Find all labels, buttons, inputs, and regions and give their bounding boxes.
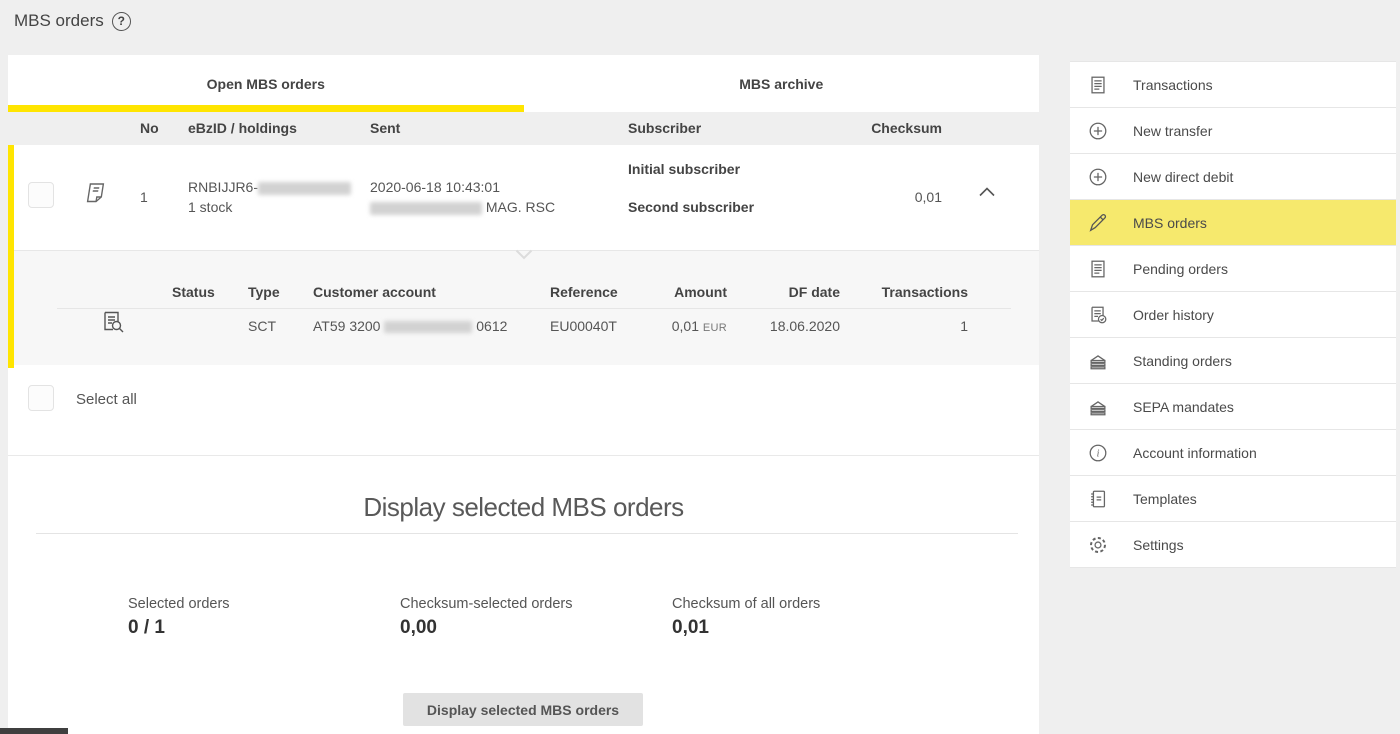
det-col-df-date: DF date: [789, 284, 840, 300]
gear-icon: [1087, 534, 1109, 556]
order-subscriber-2: Second subscriber: [628, 197, 754, 217]
sidebar-item-pending-orders[interactable]: Pending orders: [1070, 246, 1396, 292]
document-lines-icon: [1087, 74, 1109, 96]
sidebar-item-label: Account information: [1133, 445, 1257, 461]
sidebar-item-account-information[interactable]: i Account information: [1070, 430, 1396, 476]
order-sent-by: MAG. RSC: [370, 197, 555, 217]
det-col-transactions: Transactions: [882, 284, 968, 300]
sidebar-item-new-transfer[interactable]: New transfer: [1070, 108, 1396, 154]
det-col-account: Customer account: [313, 284, 436, 300]
stat-value-checksum-selected: 0,00: [400, 617, 437, 639]
det-col-status: Status: [172, 284, 215, 300]
stat-label-checksum-selected: Checksum-selected orders: [400, 596, 572, 612]
selected-row-accent-bar: [8, 145, 14, 368]
section-divider: [8, 455, 1039, 456]
tab-label: MBS archive: [739, 76, 823, 92]
document-lines-icon: [1087, 258, 1109, 280]
tx-type: SCT: [248, 316, 276, 336]
sidebar-item-mbs-orders[interactable]: MBS orders: [1070, 200, 1396, 246]
det-col-amount: Amount: [674, 284, 727, 300]
tab-open-mbs-orders[interactable]: Open MBS orders: [8, 55, 524, 112]
sidebar-item-label: New transfer: [1133, 123, 1212, 139]
sidebar-item-standing-orders[interactable]: Standing orders: [1070, 338, 1396, 384]
stat-value-selected-orders: 0 / 1: [128, 617, 165, 639]
display-selected-mbs-orders-button[interactable]: Display selected MBS orders: [403, 693, 643, 726]
sidebar-item-label: SEPA mandates: [1133, 399, 1234, 415]
col-header-no: No: [140, 112, 159, 145]
order-subscriber-1: Initial subscriber: [628, 159, 740, 179]
orders-table-header: No eBzID / holdings Sent Subscriber Chec…: [8, 112, 1039, 145]
det-col-reference: Reference: [550, 284, 618, 300]
select-all-label: Select all: [76, 391, 137, 408]
sidebar-item-label: Templates: [1133, 491, 1197, 507]
col-header-ebzid: eBzID / holdings: [188, 112, 297, 145]
tx-currency: EUR: [703, 322, 727, 334]
tx-amount: 0,01 EUR: [672, 316, 727, 338]
mbs-orders-panel: Open MBS orders MBS archive No eBzID / h…: [8, 55, 1039, 734]
tx-customer-account: AT59 3200 0612: [313, 316, 507, 336]
tx-df-date: 18.06.2020: [770, 316, 840, 336]
tab-mbs-archive[interactable]: MBS archive: [524, 55, 1040, 112]
sidebar-item-label: MBS orders: [1133, 215, 1207, 231]
sidebar-item-label: New direct debit: [1133, 169, 1233, 185]
help-icon[interactable]: ?: [112, 12, 131, 31]
sidebar-item-order-history[interactable]: Order history: [1070, 292, 1396, 338]
page-title: MBS orders: [14, 11, 104, 31]
order-details-section: Status Type Customer account Reference A…: [8, 250, 1039, 365]
stack-icon: [1087, 350, 1109, 372]
browser-status-bar-fragment: [0, 728, 68, 734]
sidebar-item-sepa-mandates[interactable]: SEPA mandates: [1070, 384, 1396, 430]
summary-heading: Display selected MBS orders: [8, 492, 1039, 523]
stat-label-selected-orders: Selected orders: [128, 596, 230, 612]
sidebar-item-settings[interactable]: Settings: [1070, 522, 1396, 568]
sidebar-item-label: Order history: [1133, 307, 1214, 323]
sidebar-item-label: Settings: [1133, 537, 1184, 553]
mbs-orders-screen: MBS orders ? Open MBS orders MBS archive…: [0, 0, 1400, 734]
details-divider-chevron-down-icon: [515, 249, 533, 260]
order-no: 1: [140, 187, 148, 207]
order-holdings: 1 stock: [188, 197, 232, 217]
col-header-sent: Sent: [370, 112, 400, 145]
stat-label-checksum-all: Checksum of all orders: [672, 596, 820, 612]
stat-value-checksum-all: 0,01: [672, 617, 709, 639]
order-row-checkbox[interactable]: [28, 182, 54, 208]
document-check-icon: [1087, 304, 1109, 326]
mbs-order-document-icon: [78, 180, 108, 210]
sidebar-item-label: Pending orders: [1133, 261, 1228, 277]
sidebar-item-templates[interactable]: Templates: [1070, 476, 1396, 522]
stack-icon: [1087, 396, 1109, 418]
order-sent-timestamp: 2020-06-18 10:43:01: [370, 177, 500, 197]
circle-plus-icon: [1087, 166, 1109, 188]
redacted-account-middle: [384, 321, 472, 333]
sidebar-item-new-direct-debit[interactable]: New direct debit: [1070, 154, 1396, 200]
redacted-sender-name: [370, 202, 482, 215]
page-header: MBS orders ?: [14, 7, 131, 35]
order-checksum: 0,01: [915, 187, 942, 207]
notebook-icon: [1087, 488, 1109, 510]
transaction-detail-search-icon[interactable]: [100, 309, 126, 335]
det-col-type: Type: [248, 284, 280, 300]
sidebar-item-transactions[interactable]: Transactions: [1070, 62, 1396, 108]
pencil-icon: [1087, 212, 1109, 234]
col-header-subscriber: Subscriber: [628, 112, 701, 145]
circle-plus-icon: [1087, 120, 1109, 142]
sidebar-item-label: Transactions: [1133, 77, 1213, 93]
tx-transactions-count: 1: [960, 316, 968, 336]
col-header-checksum: Checksum: [871, 112, 942, 145]
order-ebzid: RNBIJJR6-: [188, 177, 351, 197]
info-circle-icon: i: [1087, 442, 1109, 464]
select-all-checkbox[interactable]: [28, 385, 54, 411]
summary-divider: [36, 533, 1018, 534]
sidebar-item-label: Standing orders: [1133, 353, 1232, 369]
tab-bar: Open MBS orders MBS archive: [8, 55, 1039, 112]
order-row[interactable]: 1 RNBIJJR6- 1 stock 2020-06-18 10:43:01 …: [8, 145, 1039, 250]
svg-text:i: i: [1097, 448, 1100, 459]
sidebar-menu: Transactions New transfer New direct deb…: [1070, 61, 1396, 568]
redacted-ebzid: [258, 182, 351, 195]
collapse-row-chevron-up-icon[interactable]: [977, 185, 997, 199]
tab-label: Open MBS orders: [207, 76, 325, 92]
tx-reference: EU00040T: [550, 316, 617, 336]
details-header-divider: [57, 308, 1011, 309]
